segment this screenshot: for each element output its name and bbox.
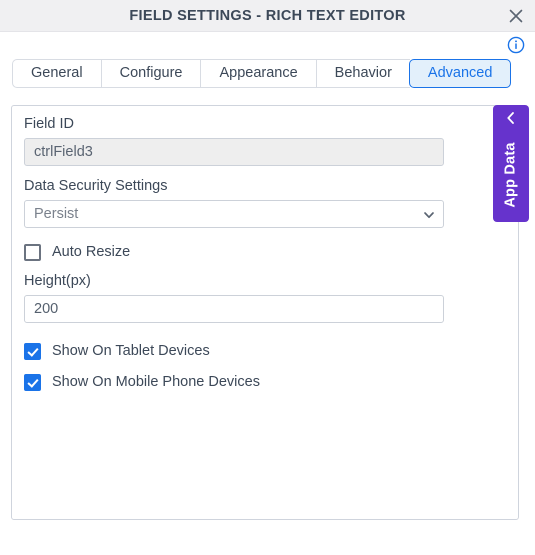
- tab-general[interactable]: General: [12, 59, 101, 88]
- field-id-label: Field ID: [24, 116, 74, 132]
- data-security-label: Data Security Settings: [24, 178, 168, 194]
- tab-advanced[interactable]: Advanced: [408, 59, 512, 88]
- show-mobile-checkbox[interactable]: [24, 373, 41, 391]
- show-tablet-row[interactable]: Show On Tablet Devices: [24, 340, 454, 362]
- show-mobile-row[interactable]: Show On Mobile Phone Devices: [24, 371, 454, 393]
- auto-resize-row[interactable]: Auto Resize: [24, 241, 454, 263]
- tab-appearance[interactable]: Appearance: [200, 59, 316, 88]
- dialog-titlebar: FIELD SETTINGS - RICH TEXT EDITOR: [0, 0, 535, 32]
- app-data-panel-toggle[interactable]: App Data: [493, 105, 529, 222]
- data-security-select[interactable]: Persist: [24, 200, 444, 228]
- tab-behavior[interactable]: Behavior: [315, 59, 410, 88]
- field-id-group: Field ID: [24, 115, 454, 166]
- height-input[interactable]: [24, 295, 444, 323]
- field-id-input[interactable]: [24, 138, 444, 166]
- auto-resize-label: Auto Resize: [52, 243, 131, 260]
- app-data-label-wrap: App Data: [493, 131, 529, 219]
- tab-configure[interactable]: Configure: [100, 59, 201, 88]
- advanced-settings-form: Field ID Data Security Settings Persist …: [24, 115, 454, 402]
- settings-tabs: General Configure Appearance Behavior Ad…: [12, 59, 512, 88]
- show-tablet-checkbox[interactable]: [24, 342, 41, 360]
- data-security-group: Data Security Settings Persist: [24, 177, 454, 228]
- chevron-left-icon: [493, 111, 529, 125]
- height-label: Height(px): [24, 273, 91, 289]
- show-tablet-label: Show On Tablet Devices: [52, 342, 210, 359]
- show-mobile-label: Show On Mobile Phone Devices: [52, 373, 260, 390]
- advanced-settings-panel: Field ID Data Security Settings Persist …: [11, 105, 519, 520]
- app-data-label: App Data: [503, 142, 519, 208]
- height-group: Height(px): [24, 272, 454, 323]
- info-circle-icon[interactable]: [507, 36, 525, 54]
- auto-resize-checkbox[interactable]: [24, 243, 41, 261]
- dialog-title: FIELD SETTINGS - RICH TEXT EDITOR: [129, 8, 406, 24]
- close-icon[interactable]: [505, 5, 527, 27]
